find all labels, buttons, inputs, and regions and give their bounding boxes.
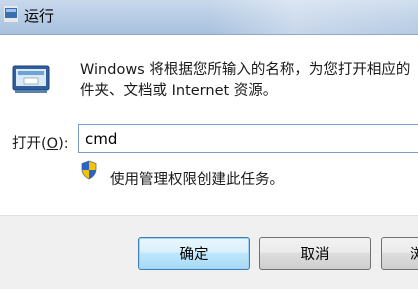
cancel-button-label: 取消 (300, 247, 330, 263)
ok-button[interactable]: 确定 (138, 237, 250, 270)
run-dialog-icon (12, 65, 50, 93)
run-app-icon (4, 6, 18, 22)
title-bar-glow (210, 0, 418, 34)
cancel-button[interactable]: 取消 (259, 237, 371, 270)
ok-button-label: 确定 (179, 247, 209, 263)
open-label-accesskey: O (46, 136, 59, 152)
description: Windows 将根据您所输入的名称，为您打开相应的 件夹、文档或 Intern… (80, 60, 418, 102)
command-input[interactable] (78, 124, 418, 153)
description-line-2: 件夹、文档或 Internet 资源。 (80, 83, 278, 99)
uac-shield-icon (81, 160, 97, 180)
open-label: 打开(O): (12, 132, 69, 153)
admin-rights-text: 使用管理权限创建此任务。 (110, 172, 284, 188)
description-line-1: Windows 将根据您所输入的名称，为您打开相应的 (80, 62, 411, 78)
browse-button-label: 浏 (410, 247, 418, 263)
title-bar[interactable]: 运行 (0, 0, 418, 35)
open-label-prefix: 打开( (12, 136, 47, 152)
browse-button[interactable]: 浏 (381, 237, 418, 270)
open-label-suffix: ): (58, 136, 69, 152)
window-title: 运行 (24, 7, 55, 25)
